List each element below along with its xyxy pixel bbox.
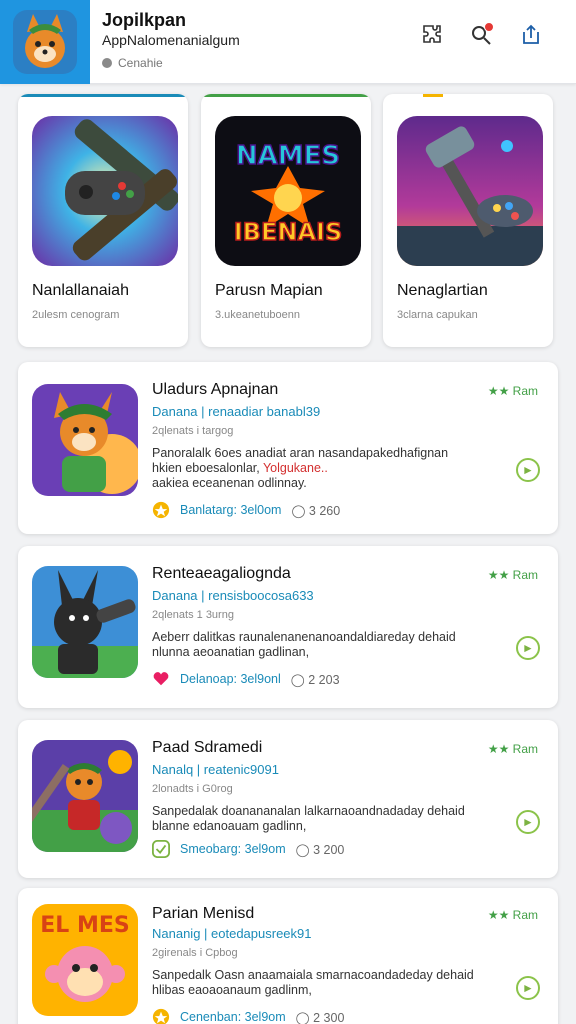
card-accent-line bbox=[18, 94, 188, 97]
list-item-footer: Banlatarg: 3el0om ◯ 3 260 bbox=[152, 501, 340, 519]
star-badge-icon bbox=[152, 1008, 170, 1024]
puzzle-icon[interactable] bbox=[418, 20, 448, 50]
list-item-date: 2girenals i Cpbog bbox=[152, 947, 238, 959]
list-item-meta[interactable]: Danana | rensisboocosa633 bbox=[152, 588, 314, 603]
fox-hero-thumbnail-icon bbox=[32, 384, 138, 496]
play-button[interactable]: ► bbox=[516, 810, 540, 834]
list-item-date: 2qlenats 1 3urng bbox=[152, 609, 234, 621]
rank-badge: ★★ Ram bbox=[487, 568, 538, 582]
download-count: ◯ 2 300 bbox=[295, 1010, 345, 1024]
desc-line: blanne edanoauam gadlinn, bbox=[152, 819, 307, 833]
names-logo-art-icon: NAMES IBENAIS bbox=[215, 116, 361, 266]
desc-line: Aeberr dalitkas raunalenanenanoandaldiar… bbox=[152, 630, 456, 644]
svg-text:EL MES: EL MES bbox=[40, 913, 129, 938]
desc-line: hlibas eaoaoanaum gadlinm, bbox=[152, 983, 312, 997]
list-item-meta[interactable]: Nananig | eotedapusreek91 bbox=[152, 926, 312, 941]
featured-subtitle: 3clarna capukan bbox=[397, 309, 478, 321]
footer-label: Cenenban: 3el9om bbox=[180, 1010, 286, 1024]
monkey-hero-thumbnail-icon: EL MES bbox=[32, 904, 138, 1016]
featured-card[interactable]: Nenaglartian 3clarna capukan bbox=[383, 94, 553, 347]
featured-card[interactable]: NAMES IBENAIS Parusn Mapian 3.ukeanetubo… bbox=[201, 94, 371, 347]
rank-badge: ★★ Ram bbox=[487, 908, 538, 922]
fox-logo-icon bbox=[13, 10, 77, 74]
featured-name: Parusn Mapian bbox=[215, 282, 323, 299]
desc-line: nlunna aeoanatian gadlinan, bbox=[152, 645, 310, 659]
list-item-description: Sanpedalk Oasn anaamaiala smarnacoandade… bbox=[152, 968, 502, 998]
desc-line: Sanpedalak doanananalan lalkarnaoandnada… bbox=[152, 804, 465, 818]
rabbit-hero-thumbnail-icon bbox=[32, 566, 138, 678]
card-accent-line bbox=[423, 94, 443, 97]
download-count: ◯ 3 260 bbox=[291, 503, 341, 518]
desc-highlight: Yolgukane.. bbox=[262, 461, 328, 475]
featured-subtitle: 3.ukeanetuboenn bbox=[215, 309, 301, 321]
list-item-footer: Smeobarg: 3el9om ◯ 3 200 bbox=[152, 840, 344, 858]
share-icon[interactable] bbox=[516, 20, 546, 50]
list-item-title: Uladurs Apnajnan bbox=[152, 381, 279, 398]
heart-badge-icon bbox=[152, 670, 170, 688]
list-item-description: Panoralalk 6oes anadiat aran nasandapake… bbox=[152, 446, 502, 491]
desc-line: hkien eboesalonlar, Yolgukane.. bbox=[152, 461, 502, 476]
featured-name: Nanlallanaiah bbox=[32, 282, 129, 299]
footer-label: Banlatarg: 3el0om bbox=[180, 503, 282, 517]
list-item-description: Sanpedalak doanananalan lalkarnaoandnada… bbox=[152, 804, 502, 834]
status-indicator: Cenahie bbox=[102, 56, 163, 70]
play-button[interactable]: ► bbox=[516, 976, 540, 1000]
app-title: Jopilkpan bbox=[102, 10, 187, 30]
search-icon[interactable] bbox=[466, 20, 496, 50]
status-label: Cenahie bbox=[118, 56, 163, 70]
download-value: 3 260 bbox=[308, 503, 341, 518]
download-value: 2 203 bbox=[308, 672, 340, 687]
controller-art-icon bbox=[32, 116, 178, 266]
list-item[interactable]: Uladurs Apnajnan Danana | renaadiar bana… bbox=[18, 362, 558, 534]
rank-badge: ★★ Ram bbox=[487, 742, 538, 756]
desc-line: Sanpedalk Oasn anaamaiala smarnacoandade… bbox=[152, 968, 474, 982]
star-badge-icon bbox=[152, 501, 170, 519]
desc-line: aakiea eceanenan odlinnay. bbox=[152, 476, 307, 490]
app-logo[interactable] bbox=[0, 0, 90, 84]
list-item-meta[interactable]: Nanalq | reatenic9091 bbox=[152, 762, 279, 777]
list-item-title: Renteaeagaliognda bbox=[152, 565, 291, 582]
list-item-footer: Delanoap: 3el9onl ◯ 2 203 bbox=[152, 670, 340, 688]
list-item-description: Aeberr dalitkas raunalenanenanoandaldiar… bbox=[152, 630, 502, 660]
notification-badge bbox=[484, 22, 494, 32]
app-subtitle: AppNalomenanialgum bbox=[102, 32, 240, 48]
featured-subtitle: 2ulesm cenogram bbox=[32, 309, 120, 321]
download-value: 3 200 bbox=[313, 842, 345, 857]
list-item-date: 2qlenats i targog bbox=[152, 425, 234, 437]
list-item-title: Paad Sdramedi bbox=[152, 739, 263, 756]
featured-name: Nenaglartian bbox=[397, 282, 488, 299]
footer-label: Delanoap: 3el9onl bbox=[180, 672, 281, 686]
desc-line: Panoralalk 6oes anadiat aran nasandapake… bbox=[152, 446, 449, 460]
download-value: 2 300 bbox=[313, 1010, 345, 1024]
list-item-title: Parian Menisd bbox=[152, 905, 255, 922]
app-header: Jopilkpan AppNalomenanialgum Cenahie bbox=[0, 0, 576, 84]
warrior-hero-thumbnail-icon bbox=[32, 740, 138, 852]
art-title-bottom: IBENAIS bbox=[234, 218, 343, 246]
list-item[interactable]: Paad Sdramedi Nanalq | reatenic9091 2lon… bbox=[18, 720, 558, 878]
download-count: ◯ 3 200 bbox=[295, 842, 345, 857]
hammer-art-icon bbox=[397, 116, 543, 266]
list-item-meta[interactable]: Danana | renaadiar banabl39 bbox=[152, 404, 320, 419]
rank-badge: ★★ Ram bbox=[487, 384, 538, 398]
check-badge-icon bbox=[152, 840, 170, 858]
list-item[interactable]: EL MES Parian Menisd Nananig | eotedapus… bbox=[18, 888, 558, 1024]
play-button[interactable]: ► bbox=[516, 636, 540, 660]
list-item-footer: Cenenban: 3el9om ◯ 2 300 bbox=[152, 1008, 344, 1024]
featured-card[interactable]: Nanlallanaiah 2ulesm cenogram bbox=[18, 94, 188, 347]
desc-text: hkien eboesalonlar, bbox=[152, 461, 260, 475]
art-title-top: NAMES bbox=[236, 141, 340, 171]
footer-label: Smeobarg: 3el9om bbox=[180, 842, 286, 856]
card-accent-line bbox=[201, 94, 371, 97]
list-item-date: 2lonadts i G0rog bbox=[152, 783, 233, 795]
list-item[interactable]: Renteaeagaliognda Danana | rensisboocosa… bbox=[18, 546, 558, 708]
download-count: ◯ 2 203 bbox=[290, 672, 340, 687]
play-button[interactable]: ► bbox=[516, 458, 540, 482]
status-dot-icon bbox=[102, 58, 112, 68]
